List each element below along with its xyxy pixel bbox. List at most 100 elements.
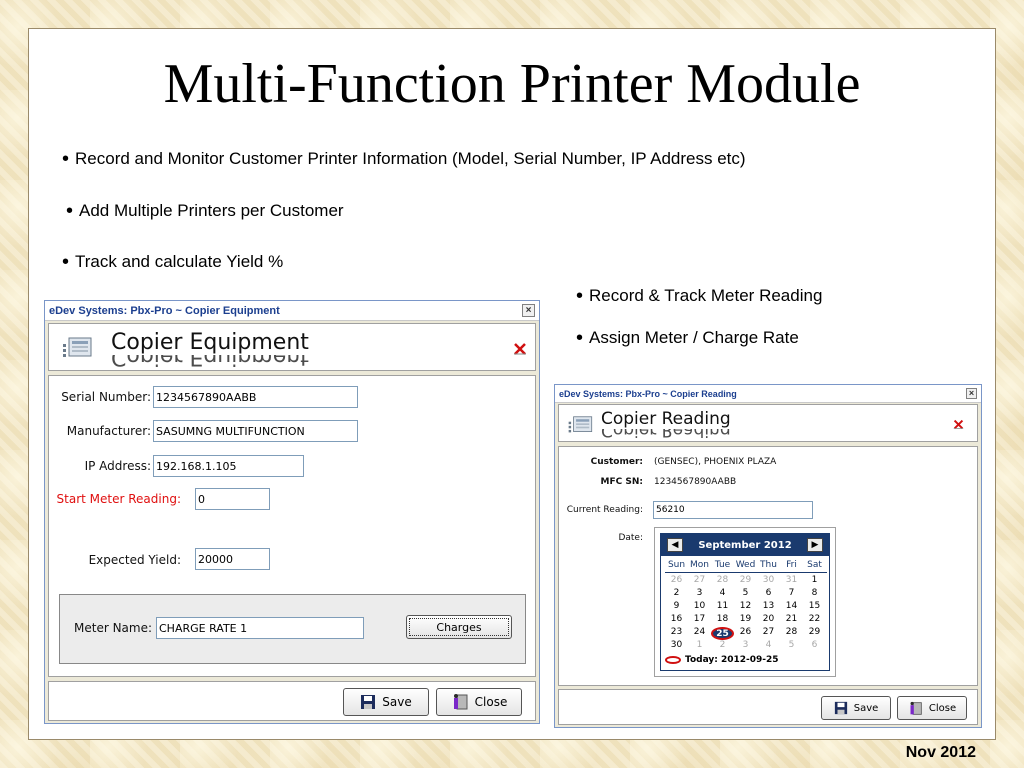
calendar-day-of-week: Thu — [760, 560, 777, 570]
calendar-day-cell[interactable]: 17 — [688, 614, 711, 627]
bullet-meter-reading: • Record & Track Meter Reading — [576, 285, 823, 307]
today-marker-icon — [665, 656, 681, 664]
calendar-day-cell[interactable]: 9 — [665, 601, 688, 614]
calendar-day-cell[interactable]: 30 — [665, 640, 688, 653]
calendar-day-of-week: Wed — [735, 560, 756, 570]
start-meter-reading-input[interactable]: 0 — [195, 488, 270, 510]
calendar-day-of-week: Fri — [786, 560, 797, 570]
calendar-day-cell[interactable]: 5 — [780, 640, 803, 653]
header-title-reflection: Copier Equipment — [111, 355, 309, 369]
calendar-day-cell[interactable]: 4 — [711, 588, 734, 601]
calendar-day-cell[interactable]: 6 — [757, 588, 780, 601]
window-titlebar: eDev Systems: Pbx-Pro ~ Copier Equipment… — [45, 301, 539, 321]
calendar-day-cell[interactable]: 1 — [803, 575, 826, 588]
window-close-button[interactable]: × — [522, 304, 535, 317]
serial-number-input[interactable]: 1234567890AABB — [153, 386, 358, 408]
save-button[interactable]: Save — [821, 696, 891, 720]
current-reading-input[interactable]: 56210 — [653, 501, 813, 519]
calendar-day-cell[interactable]: 25 — [711, 627, 734, 640]
customer-label: Customer: — [590, 457, 643, 467]
calendar-day-cell[interactable]: 6 — [803, 640, 826, 653]
calendar-day-cell[interactable]: 30 — [757, 575, 780, 588]
manufacturer-input[interactable]: SASUMNG MULTIFUNCTION — [153, 420, 358, 442]
header-close-icon[interactable] — [953, 419, 964, 430]
bullet-add-printers: • Add Multiple Printers per Customer — [66, 200, 344, 222]
calendar-day-cell[interactable]: 12 — [734, 601, 757, 614]
calendar-day-cell[interactable]: 23 — [665, 627, 688, 640]
today-label: Today: 2012-09-25 — [685, 655, 779, 665]
window-header: Copier Reading Copier Reading — [558, 404, 978, 442]
window-titlebar: eDev Systems: Pbx-Pro ~ Copier Reading × — [555, 385, 981, 403]
calendar-day-cell[interactable]: 14 — [780, 601, 803, 614]
calendar-day-cell[interactable]: 21 — [780, 614, 803, 627]
meter-name-label: Meter Name: — [74, 621, 153, 635]
calendar-day-cell[interactable]: 29 — [803, 627, 826, 640]
calendar-day-cell[interactable]: 8 — [803, 588, 826, 601]
calendar-day-cell[interactable]: 26 — [665, 575, 688, 588]
calendar-day-cell[interactable]: 10 — [688, 601, 711, 614]
calendar-day-cell[interactable]: 1 — [688, 640, 711, 653]
calendar-day-cell[interactable]: 2 — [711, 640, 734, 653]
bullet-charge-rate: • Assign Meter / Charge Rate — [576, 327, 799, 349]
calendar-day-cell[interactable]: 27 — [757, 627, 780, 640]
calendar-day-cell[interactable]: 16 — [665, 614, 688, 627]
calendar-day-cell[interactable]: 13 — [757, 601, 780, 614]
calendar-day-cell[interactable]: 2 — [665, 588, 688, 601]
copier-reading-window: eDev Systems: Pbx-Pro ~ Copier Reading ×… — [554, 384, 982, 728]
header-title: Copier Equipment — [111, 330, 309, 355]
calendar-day-cell[interactable]: 3 — [688, 588, 711, 601]
window-title: eDev Systems: Pbx-Pro ~ Copier Reading — [559, 388, 737, 399]
calendar-day-cell[interactable]: 31 — [780, 575, 803, 588]
equipment-form: Serial Number: 1234567890AABB Manufactur… — [48, 375, 536, 677]
close-button[interactable]: Close — [436, 688, 522, 716]
copier-icon — [63, 337, 92, 357]
calendar-day-of-week: Tue — [714, 560, 731, 570]
ip-address-label: IP Address: — [84, 459, 151, 473]
calendar-day-cell[interactable]: 26 — [734, 627, 757, 640]
copier-equipment-window: eDev Systems: Pbx-Pro ~ Copier Equipment… — [44, 300, 540, 724]
mfc-sn-value: 1234567890AABB — [654, 477, 737, 487]
calendar-day-cell[interactable]: 5 — [734, 588, 757, 601]
calendar-day-cell[interactable]: 18 — [711, 614, 734, 627]
window-close-button[interactable]: × — [966, 388, 977, 399]
date-label: Date: — [618, 533, 643, 543]
calendar-day-cell[interactable]: 3 — [734, 640, 757, 653]
meter-name-input[interactable]: CHARGE RATE 1 — [156, 617, 364, 639]
start-meter-reading-label: Start Meter Reading: — [56, 492, 181, 506]
bullet-track-yield: • Track and calculate Yield % — [62, 251, 284, 273]
calendar-day-cell[interactable]: 22 — [803, 614, 826, 627]
ip-address-input[interactable]: 192.168.1.105 — [153, 455, 304, 477]
header-close-icon[interactable] — [513, 342, 527, 356]
charges-button[interactable]: Charges — [406, 615, 512, 639]
calendar-today-row[interactable]: Today: 2012-09-25 — [665, 655, 779, 665]
calendar-day-cell[interactable]: 20 — [757, 614, 780, 627]
save-button[interactable]: Save — [343, 688, 429, 716]
calendar-day-cell[interactable]: 15 — [803, 601, 826, 614]
equipment-footer: Save Close — [48, 681, 536, 721]
bullet-dot-icon: • — [576, 327, 584, 349]
calendar-day-of-week: Sun — [667, 560, 686, 570]
close-button[interactable]: Close — [897, 696, 967, 720]
calendar-day-cell[interactable]: 28 — [780, 627, 803, 640]
customer-value: (GENSEC), PHOENIX PLAZA — [654, 457, 777, 467]
calendar-day-cell[interactable]: 7 — [780, 588, 803, 601]
calendar-day-cell[interactable]: 28 — [711, 575, 734, 588]
calendar: September 2012 ◀ ▶ Sun Mon Tue Wed Thu Fri Sat… — [660, 533, 830, 671]
window-header: Copier Equipment Copier Equipment — [48, 323, 536, 371]
calendar-day-of-week: Mon — [690, 560, 709, 570]
calendar-next-button[interactable]: ▶ — [807, 538, 823, 552]
bullet-dot-icon: • — [62, 251, 70, 273]
calendar-divider — [665, 572, 827, 573]
floppy-disk-icon — [834, 701, 847, 715]
calendar-day-cell[interactable]: 27 — [688, 575, 711, 588]
calendar-day-cell[interactable]: 24 — [688, 627, 711, 640]
calendar-day-cell[interactable]: 29 — [734, 575, 757, 588]
calendar-prev-button[interactable]: ◀ — [667, 538, 683, 552]
calendar-day-cell[interactable]: 19 — [734, 614, 757, 627]
date-picker[interactable]: September 2012 ◀ ▶ Sun Mon Tue Wed Thu Fri Sat… — [654, 527, 836, 677]
bullet-dot-icon: • — [62, 148, 70, 170]
calendar-day-cell[interactable]: 4 — [757, 640, 780, 653]
expected-yield-input[interactable]: 20000 — [195, 548, 270, 570]
mfc-sn-label: MFC SN: — [600, 477, 643, 487]
calendar-day-cell[interactable]: 11 — [711, 601, 734, 614]
